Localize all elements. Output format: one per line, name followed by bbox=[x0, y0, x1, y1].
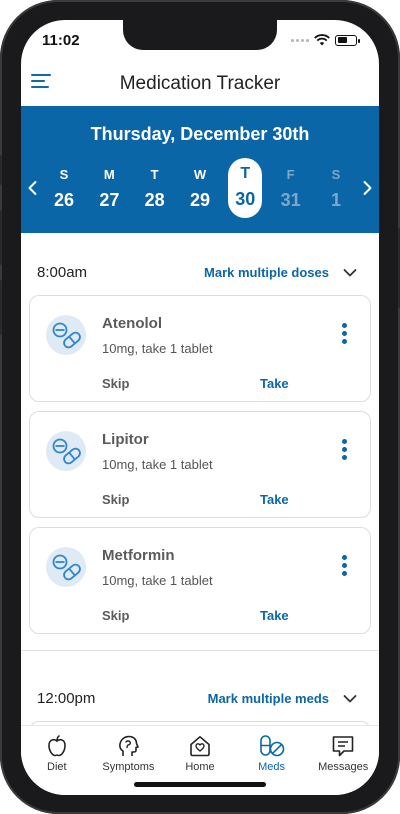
dose-time: 8:00am bbox=[37, 264, 88, 281]
day-item[interactable]: S1 bbox=[319, 162, 353, 226]
day-letter: T bbox=[150, 167, 159, 182]
medication-card: Metformin 10mg, take 1 tablet Skip Take bbox=[29, 527, 371, 634]
medication-card: Lipitor 10mg, take 1 tablet Skip Take bbox=[29, 411, 371, 518]
pills-icon bbox=[46, 315, 86, 355]
day-item[interactable]: T 28 bbox=[138, 162, 172, 226]
day-item[interactable]: S 26 bbox=[47, 162, 81, 226]
app-header: Medication Tracker bbox=[21, 64, 379, 106]
pills-icon bbox=[259, 735, 284, 757]
selected-date-title: Thursday, December 30th bbox=[90, 124, 310, 144]
wifi-icon bbox=[314, 34, 330, 46]
med-dose: 10mg, take 1 tablet bbox=[102, 457, 213, 472]
med-name: Metformin bbox=[102, 547, 175, 564]
chevron-right-icon[interactable] bbox=[357, 178, 377, 198]
pills-icon bbox=[46, 431, 86, 471]
chevron-left-icon[interactable] bbox=[23, 178, 43, 198]
silent-switch bbox=[0, 155, 2, 185]
date-selector: Thursday, December 30th S 26 M 27 T 28 W 29 … bbox=[21, 106, 379, 233]
more-options-icon[interactable] bbox=[340, 439, 348, 463]
day-item-selected[interactable]: T 30 bbox=[228, 158, 263, 218]
day-number: 31 bbox=[280, 190, 301, 210]
med-name: Lipitor bbox=[102, 431, 149, 448]
skip-button[interactable]: Skip bbox=[102, 492, 129, 507]
day-item[interactable]: W 29 bbox=[183, 162, 217, 226]
status-icons bbox=[291, 34, 360, 46]
volume-up-button bbox=[0, 210, 2, 265]
day-letter: S bbox=[59, 167, 69, 182]
screen: 11:02 Medication Tracker Thursday, Decem… bbox=[21, 20, 379, 795]
dose-group-header: 8:00am Mark multiple doses bbox=[21, 256, 379, 290]
week-days: S 26 M 27 T 28 W 29 T 30 F 31 S1 bbox=[47, 158, 353, 226]
med-name: Atenolol bbox=[102, 315, 162, 332]
more-options-icon[interactable] bbox=[340, 323, 348, 347]
day-number: 26 bbox=[53, 190, 75, 210]
take-button[interactable]: Take bbox=[260, 492, 289, 507]
medication-card: Atenolol 10mg, take 1 tablet Skip Take bbox=[29, 295, 371, 402]
skip-button[interactable]: Skip bbox=[102, 608, 129, 623]
nav-label: Home bbox=[185, 761, 215, 773]
phone-frame: 11:02 Medication Tracker Thursday, Decem… bbox=[0, 0, 400, 814]
dose-group-header: 12:00pm Mark multiple meds bbox=[21, 682, 379, 716]
nav-label: Diet bbox=[47, 761, 67, 773]
pills-icon bbox=[46, 547, 86, 587]
dose-time: 12:00pm bbox=[37, 690, 96, 707]
day-number: 29 bbox=[189, 190, 210, 210]
signal-icon bbox=[291, 38, 309, 42]
day-letter: M bbox=[103, 167, 115, 182]
day-number: 30 bbox=[235, 189, 256, 209]
mark-multiple-button[interactable]: Mark multiple doses bbox=[204, 265, 329, 280]
nav-label: Messages bbox=[318, 761, 369, 773]
med-dose: 10mg, take 1 tablet bbox=[102, 341, 213, 356]
chevron-down-icon[interactable] bbox=[341, 264, 359, 282]
head-icon bbox=[119, 735, 140, 756]
home-heart-icon bbox=[190, 736, 210, 757]
chevron-down-icon[interactable] bbox=[341, 690, 359, 708]
take-button[interactable]: Take bbox=[260, 608, 289, 623]
day-letter: F bbox=[286, 167, 295, 182]
nav-messages[interactable]: Messages bbox=[307, 726, 379, 795]
day-number: 1 bbox=[330, 190, 341, 210]
skip-button[interactable]: Skip bbox=[102, 376, 129, 391]
take-button[interactable]: Take bbox=[260, 376, 289, 391]
message-icon bbox=[332, 736, 354, 757]
med-dose: 10mg, take 1 tablet bbox=[102, 573, 213, 588]
mark-multiple-button[interactable]: Mark multiple meds bbox=[208, 691, 329, 706]
day-letter: W bbox=[193, 167, 207, 182]
notch bbox=[123, 20, 277, 50]
medication-list: 8:00am Mark multiple doses Atenolol 10mg… bbox=[21, 233, 379, 725]
battery-icon bbox=[335, 34, 360, 46]
day-letter: S bbox=[331, 167, 341, 182]
nav-label: Meds bbox=[258, 761, 286, 773]
day-item[interactable]: F 31 bbox=[274, 162, 308, 226]
volume-down-button bbox=[0, 280, 2, 335]
day-number: 28 bbox=[144, 190, 165, 210]
more-options-icon[interactable] bbox=[340, 555, 348, 579]
page-title: Medication Tracker bbox=[119, 73, 281, 94]
section-divider bbox=[21, 650, 379, 651]
home-indicator[interactable] bbox=[134, 782, 266, 787]
day-item[interactable]: M 27 bbox=[92, 162, 126, 226]
apple-icon bbox=[47, 735, 66, 757]
nav-diet[interactable]: Diet bbox=[21, 726, 93, 795]
nav-label: Symptoms bbox=[102, 761, 155, 773]
day-number: 27 bbox=[99, 190, 120, 210]
day-letter: T bbox=[240, 165, 251, 182]
status-time: 11:02 bbox=[42, 32, 80, 49]
